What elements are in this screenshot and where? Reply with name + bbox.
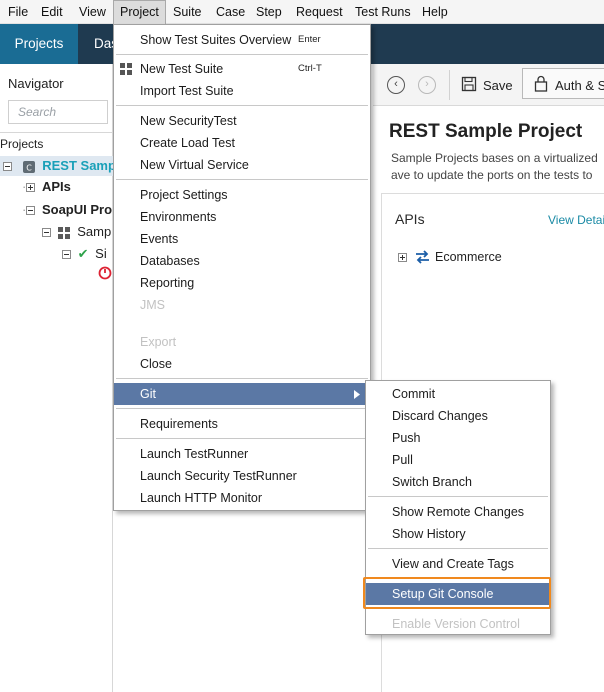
menu-item-databases[interactable]: Databases	[114, 250, 370, 272]
menu-item-jms: JMS	[140, 298, 165, 312]
git-item-enable-version-control: Enable Version Control	[392, 617, 520, 631]
collapse-icon[interactable]	[26, 206, 36, 216]
project-title: REST Sample Project	[389, 121, 583, 142]
menu-case[interactable]: Case	[216, 0, 245, 24]
divider	[116, 179, 368, 180]
git-item-switch-branch[interactable]: Switch Branch	[366, 471, 550, 493]
apis-header: APIs	[395, 211, 425, 227]
tree-label-apis: APIs	[41, 179, 71, 194]
divider	[116, 105, 368, 106]
menu-item-show-overview[interactable]: Show Test Suites Overview Enter	[114, 29, 370, 51]
menu-item-requirements[interactable]: Requirements	[114, 413, 370, 435]
menu-item-create-load-test[interactable]: Create Load Test	[114, 132, 370, 154]
git-item-discard-changes[interactable]: Discard Changes	[366, 405, 550, 427]
menu-project[interactable]: Project	[113, 0, 166, 25]
project-menu: Show Test Suites Overview Enter New Test …	[113, 24, 371, 511]
menu-item-close[interactable]: Close	[114, 353, 370, 375]
menu-file[interactable]: File	[8, 0, 28, 24]
back-icon[interactable]: ‹	[387, 76, 405, 94]
menu-item-export: Export	[140, 335, 177, 349]
submenu-arrow-icon	[354, 390, 360, 399]
menu-item-environments[interactable]: Environments	[114, 206, 370, 228]
projects-label: Projects	[0, 137, 44, 151]
git-item-push[interactable]: Push	[366, 427, 550, 449]
menu-item-project-settings[interactable]: Project Settings	[114, 184, 370, 206]
divider	[116, 438, 368, 439]
step-icon	[98, 266, 112, 280]
menu-item-launch-testrunner[interactable]: Launch TestRunner	[114, 443, 370, 465]
api-arrows-icon	[416, 250, 429, 264]
view-details-link[interactable]: View Detai	[548, 213, 604, 227]
menu-item-launch-http-monitor[interactable]: Launch HTTP Monitor	[114, 487, 370, 509]
menu-item-new-security-test[interactable]: New SecurityTest	[114, 110, 370, 132]
menu-help[interactable]: Help	[422, 0, 448, 24]
divider	[449, 70, 450, 100]
menu-edit[interactable]: Edit	[41, 0, 63, 24]
check-icon: ✔	[77, 246, 89, 261]
api-item-ecommerce[interactable]: Ecommerce	[435, 250, 502, 264]
menu-test-runs[interactable]: Test Runs	[355, 0, 411, 24]
project-icon: C	[22, 160, 35, 173]
lock-icon	[534, 75, 548, 92]
tab-projects[interactable]: Projects	[0, 24, 78, 64]
expand-icon[interactable]	[398, 253, 407, 262]
tree-label-rest-sample: REST Samp	[42, 158, 116, 173]
tree-label-sample: Samp	[77, 224, 112, 239]
navigator-search-input[interactable]: Search	[8, 100, 108, 124]
git-item-show-remote-changes[interactable]: Show Remote Changes	[366, 501, 550, 523]
collapse-icon[interactable]	[3, 162, 12, 172]
divider	[116, 408, 368, 409]
menu-item-new-test-suite[interactable]: New Test Suite Ctrl-T	[114, 58, 370, 80]
git-item-commit[interactable]: Commit	[366, 383, 550, 405]
navigator-title: Navigator	[8, 76, 64, 91]
divider	[368, 496, 548, 497]
svg-text:C: C	[26, 163, 32, 172]
divider	[116, 378, 368, 379]
auth-label: Auth & S	[555, 78, 604, 93]
git-item-pull[interactable]: Pull	[366, 449, 550, 471]
project-description: Sample Projects bases on a virtualized a…	[391, 151, 598, 182]
tree-label-si: Si	[95, 246, 107, 261]
divider	[368, 548, 548, 549]
tree-item-soapui-pro[interactable]: · SoapUI Pro	[22, 201, 112, 219]
save-button[interactable]: Save	[483, 78, 513, 93]
expand-icon[interactable]	[26, 183, 36, 193]
tree-item-sample[interactable]: Samp	[42, 223, 111, 241]
menu-bar: File Edit View Project Suite Case Step R…	[0, 0, 604, 25]
menu-request[interactable]: Request	[296, 0, 343, 24]
collapse-icon[interactable]	[42, 228, 51, 238]
git-item-view-create-tags[interactable]: View and Create Tags	[366, 553, 550, 575]
menu-view[interactable]: View	[79, 0, 106, 24]
save-icon[interactable]	[461, 76, 477, 92]
collapse-icon[interactable]	[62, 250, 71, 260]
highlight-frame	[363, 577, 551, 609]
menu-item-import-test-suite[interactable]: Import Test Suite	[114, 80, 370, 102]
menu-step[interactable]: Step	[256, 0, 282, 24]
tree-item-step	[98, 266, 112, 284]
git-item-show-history[interactable]: Show History	[366, 523, 550, 545]
menu-item-new-virtual-service[interactable]: New Virtual Service	[114, 154, 370, 176]
menu-item-events[interactable]: Events	[114, 228, 370, 250]
divider	[116, 54, 368, 55]
tree-item-apis[interactable]: · APIs	[22, 178, 71, 196]
menu-item-launch-security-testrunner[interactable]: Launch Security TestRunner	[114, 465, 370, 487]
tree-item-rest-sample[interactable]: C REST Samp	[3, 157, 116, 175]
tree-label-soapui-pro: SoapUI Pro	[41, 202, 113, 217]
tree-item-si[interactable]: ✔ Si	[62, 245, 107, 263]
menu-item-git[interactable]: Git	[114, 383, 370, 405]
divider	[0, 132, 113, 133]
menu-item-reporting[interactable]: Reporting	[114, 272, 370, 294]
test-suite-icon	[120, 63, 132, 75]
forward-icon: ›	[418, 76, 436, 94]
menu-suite[interactable]: Suite	[173, 0, 202, 24]
test-suite-icon	[57, 226, 70, 239]
